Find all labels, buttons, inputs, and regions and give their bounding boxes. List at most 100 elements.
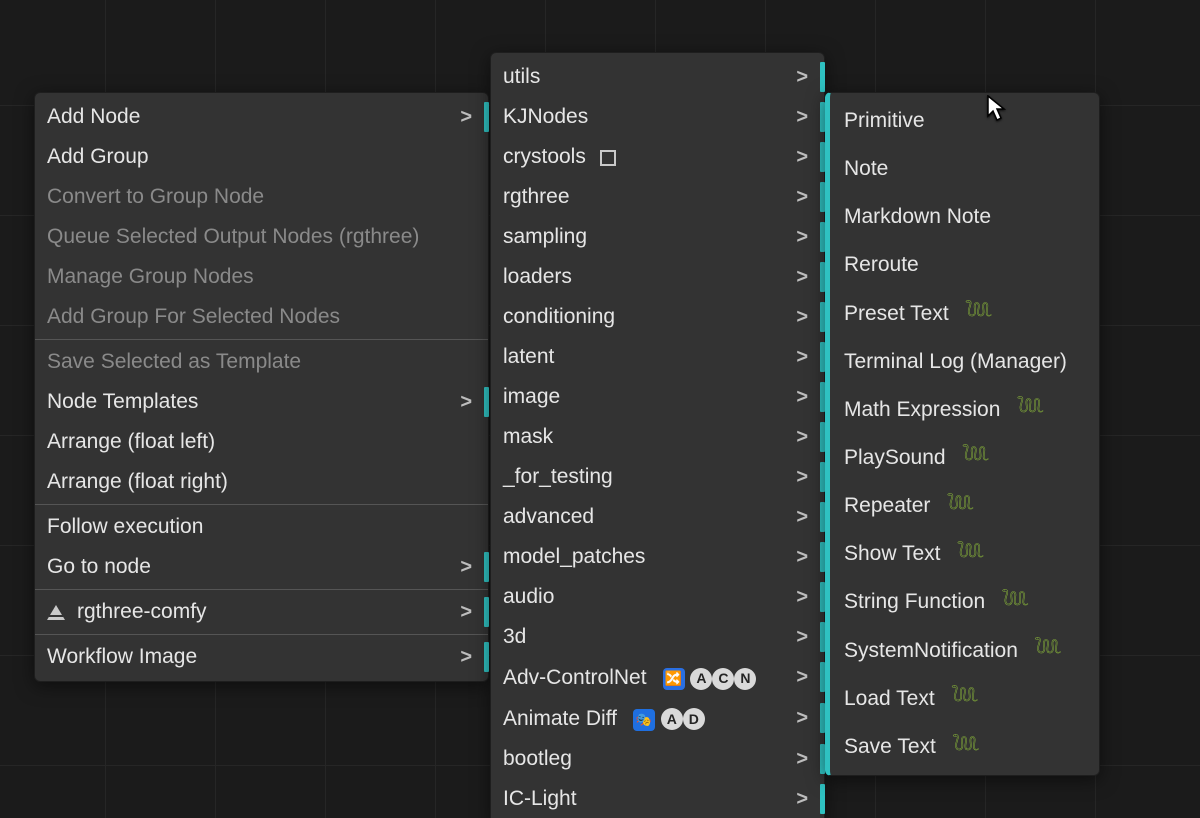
menu-item-arrange-left[interactable]: Arrange (float left) — [35, 422, 488, 462]
menu-item-kjnodes[interactable]: KJNodes > — [491, 97, 824, 137]
menu-item-label: rgthree — [503, 185, 570, 208]
python-snake-icon: 𓆙 — [962, 445, 990, 469]
menu-item-rgthree[interactable]: rgthree > — [491, 177, 824, 217]
menu-item-label: model_patches — [503, 545, 645, 568]
menu-item-manage-groups: Manage Group Nodes — [35, 257, 488, 297]
menu-item-for-testing[interactable]: _for_testing > — [491, 457, 824, 497]
submenu-arrow-icon: > — [458, 646, 472, 668]
menu-item-label: Manage Group Nodes — [47, 265, 254, 288]
python-snake-icon: 𓆙 — [946, 494, 974, 518]
menu-item-label: String Function — [844, 590, 985, 613]
menu-item-string-function[interactable]: String Function𓆙 — [830, 578, 1099, 626]
menu-item-label: Save Selected as Template — [47, 350, 301, 373]
menu-item-follow-exec[interactable]: Follow execution — [35, 507, 488, 547]
menu-item-loaders[interactable]: loaders > — [491, 257, 824, 297]
menu-item-label: 3d — [503, 625, 526, 648]
menu-item-workflow-image[interactable]: Workflow Image> — [35, 637, 488, 677]
menu-item-note[interactable]: Note — [830, 145, 1099, 193]
menu-item-label: image — [503, 385, 560, 408]
menu-item-add-node[interactable]: Add Node> — [35, 97, 488, 137]
menu-item-math-expression[interactable]: Math Expression𓆙 — [830, 385, 1099, 433]
submenu-arrow-icon: > — [794, 466, 808, 488]
submenu-node-categories: utils> KJNodes > crystools > rgthree > sampling… — [490, 52, 825, 818]
menu-item-label: Convert to Group Node — [47, 185, 264, 208]
menu-divider — [35, 339, 488, 340]
submenu-arrow-icon: > — [794, 506, 808, 528]
submenu-arrow-icon: > — [794, 546, 808, 568]
python-snake-icon: 𓆙 — [1034, 638, 1062, 662]
menu-item-label: Arrange (float left) — [47, 430, 215, 453]
menu-divider — [35, 589, 488, 590]
menu-item-label: SystemNotification — [844, 639, 1018, 662]
submenu-arrow-icon: > — [794, 146, 808, 168]
menu-item-label: advanced — [503, 505, 594, 528]
menu-item-label: Note — [844, 157, 888, 180]
menu-item-label: Add Group — [47, 145, 149, 168]
menu-item-label: audio — [503, 585, 554, 608]
menu-item-markdown-note[interactable]: Markdown Note — [830, 193, 1099, 241]
menu-item-audio[interactable]: audio > — [491, 577, 824, 617]
menu-item-load-text[interactable]: Load Text 𓆙 — [830, 674, 1099, 722]
submenu-arrow-icon: > — [794, 106, 808, 128]
menu-item-bootleg[interactable]: bootleg> — [491, 739, 824, 779]
menu-item-preset-text[interactable]: Preset Text 𓆙 — [830, 289, 1099, 337]
menu-item-terminal-log[interactable]: Terminal Log (Manager) — [830, 337, 1099, 385]
python-snake-icon: 𓆙 — [951, 686, 979, 710]
menu-item-sampling[interactable]: sampling> — [491, 217, 824, 257]
menu-item-label: Adv-ControlNet — [503, 666, 647, 689]
menu-item-adv-controlnet[interactable]: Adv-ControlNet 🔀 ACN > — [491, 657, 824, 698]
menu-item-label: Follow execution — [47, 515, 203, 538]
menu-item-advanced[interactable]: advanced > — [491, 497, 824, 537]
menu-item-label: Terminal Log (Manager) — [844, 350, 1067, 373]
menu-item-label: Load Text — [844, 687, 935, 710]
menu-item-label: Add Group For Selected Nodes — [47, 305, 340, 328]
menu-item-3d[interactable]: 3d> — [491, 617, 824, 657]
submenu-arrow-icon: > — [794, 66, 808, 88]
menu-item-conditioning[interactable]: conditioning> — [491, 297, 824, 337]
menu-item-add-group[interactable]: Add Group — [35, 137, 488, 177]
menu-item-crystools[interactable]: crystools > — [491, 137, 824, 177]
menu-item-label: conditioning — [503, 305, 615, 328]
menu-item-label: Queue Selected Output Nodes (rgthree) — [47, 225, 419, 248]
menu-item-mask[interactable]: mask> — [491, 417, 824, 457]
menu-item-utils[interactable]: utils> — [491, 57, 824, 97]
menu-item-convert-group: Convert to Group Node — [35, 177, 488, 217]
menu-item-playsound[interactable]: PlaySound𓆙 — [830, 433, 1099, 481]
menu-item-system-notification[interactable]: SystemNotification 𓆙 — [830, 626, 1099, 674]
menu-item-primitive[interactable]: Primitive — [830, 97, 1099, 145]
menu-item-label: Reroute — [844, 253, 919, 276]
menu-item-label: Markdown Note — [844, 205, 991, 228]
menu-item-label: Animate Diff — [503, 707, 617, 730]
menu-item-label: _for_testing — [503, 465, 613, 488]
menu-item-addgroup-sel: Add Group For Selected Nodes — [35, 297, 488, 337]
python-snake-icon: 𓆙 — [965, 301, 993, 325]
menu-item-label: KJNodes — [503, 105, 588, 128]
adv-controlnet-badge: 🔀 ACN — [663, 665, 757, 690]
submenu-arrow-icon: > — [794, 586, 808, 608]
submenu-arrow-icon: > — [794, 666, 808, 688]
python-snake-icon: 𓆙 — [957, 542, 985, 566]
menu-item-arrange-right[interactable]: Arrange (float right) — [35, 462, 488, 502]
menu-item-repeater[interactable]: Repeater𓆙 — [830, 482, 1099, 530]
submenu-arrow-icon: > — [794, 748, 808, 770]
menu-item-rgthree-comfy[interactable]: rgthree-comfy> — [35, 592, 488, 632]
submenu-arrow-icon: > — [794, 266, 808, 288]
menu-item-label: Go to node — [47, 555, 151, 578]
menu-item-label: latent — [503, 345, 554, 368]
submenu-arrow-icon: > — [794, 426, 808, 448]
menu-item-label: loaders — [503, 265, 572, 288]
menu-item-image[interactable]: image> — [491, 377, 824, 417]
menu-item-latent[interactable]: latent> — [491, 337, 824, 377]
menu-item-reroute[interactable]: Reroute — [830, 241, 1099, 289]
menu-item-show-text[interactable]: Show Text𓆙 — [830, 530, 1099, 578]
menu-item-animate-diff[interactable]: Animate Diff AD> — [491, 698, 824, 739]
menu-item-ic-light[interactable]: IC-Light> — [491, 779, 824, 818]
menu-item-label: Preset Text — [844, 302, 949, 325]
menu-item-label: crystools — [503, 145, 586, 168]
menu-item-goto-node[interactable]: Go to node> — [35, 547, 488, 587]
submenu-arrow-icon: > — [794, 186, 808, 208]
menu-item-save-text[interactable]: Save Text𓆙 — [830, 723, 1099, 771]
menu-item-node-templates[interactable]: Node Templates> — [35, 382, 488, 422]
menu-item-model-patches[interactable]: model_patches > — [491, 537, 824, 577]
animate-diff-badge: AD — [633, 706, 705, 731]
